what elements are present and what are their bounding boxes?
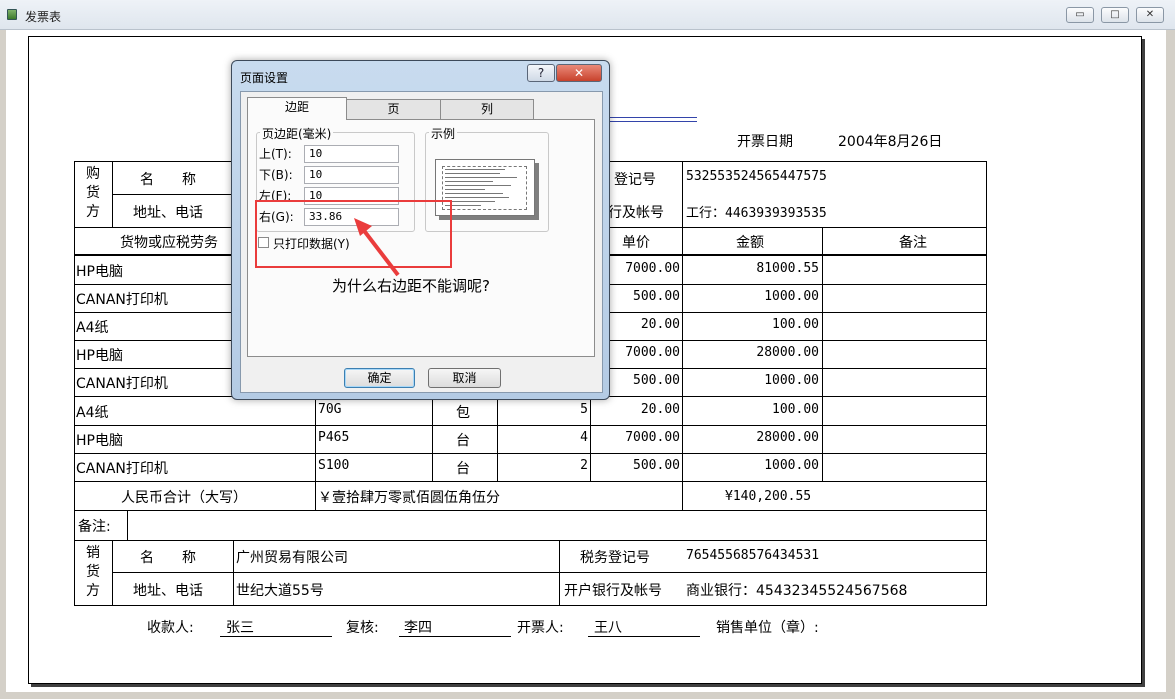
bottom-margin-input[interactable]: 10 [304, 166, 399, 184]
row-price: 7000.00 [625, 430, 680, 445]
title-underline [605, 121, 697, 122]
row-amount: 1000.00 [764, 373, 819, 388]
row-item-name: HP电脑 [76, 433, 123, 449]
dialog-close-button[interactable]: ✕ [556, 64, 602, 82]
buyer-label-char: 购 [86, 166, 100, 182]
top-margin-input[interactable]: 10 [304, 145, 399, 163]
header-remark: 备注 [899, 235, 927, 251]
reviewer-value: 李四 [404, 620, 432, 636]
seller-label-char: 销 [86, 545, 100, 561]
seller-tax-value: 76545568576434531 [686, 548, 820, 563]
payee-label: 收款人: [147, 620, 194, 636]
seller-name-value: 广州贸易有限公司 [236, 550, 348, 566]
date-value: 2004年8月26日 [838, 134, 943, 150]
buyer-label-char: 方 [86, 204, 100, 220]
date-label: 开票日期 [737, 134, 793, 150]
row-amount: 1000.00 [764, 458, 819, 473]
remarks-label: 备注: [78, 519, 111, 535]
buyer-bank-value: 工行：4463939393535 [686, 206, 827, 221]
buyer-label-char: 货 [86, 185, 100, 201]
dialog-title: 页面设置 [240, 71, 289, 85]
drawer-value: 王八 [594, 620, 622, 636]
top-margin-label: 上(T): [259, 147, 292, 161]
annotation-callout: 为什么右边距不能调呢? [332, 277, 490, 295]
bottom-margin-label: 下(B): [259, 168, 293, 182]
seller-label-char: 货 [86, 564, 100, 580]
seller-address-label: 地址、电话 [133, 583, 203, 599]
row-amount: 100.00 [772, 317, 819, 332]
cancel-button[interactable]: 取消 [428, 368, 501, 388]
buyer-tax-value: 532553524565447575 [686, 169, 827, 184]
tab-margins[interactable]: 边距 [247, 97, 347, 120]
row-unit: 台 [456, 461, 470, 477]
seller-bank-value: 商业银行：45432345524567568 [686, 583, 908, 599]
row-price: 20.00 [640, 402, 680, 417]
seal-label: 销售单位（章）: [716, 620, 819, 636]
seller-tax-label: 税务登记号 [580, 550, 650, 566]
row-unit: 台 [456, 433, 470, 449]
row-amount: 100.00 [772, 402, 819, 417]
app-icon [7, 9, 17, 20]
row-quantity: 2 [580, 458, 588, 473]
seller-label-char: 方 [86, 583, 100, 599]
tab-page[interactable]: 页 [346, 99, 441, 119]
row-amount: 28000.00 [756, 345, 819, 360]
row-spec: 70G [318, 402, 342, 417]
row-item-name: HP电脑 [76, 348, 123, 364]
tab-columns[interactable]: 列 [440, 99, 534, 119]
row-spec: S100 [318, 458, 350, 473]
payee-value: 张三 [226, 620, 254, 636]
maximize-button[interactable]: □ [1101, 7, 1129, 23]
window-titlebar: 发票表 ▭ □ ✕ [0, 0, 1175, 30]
header-goods: 货物或应税劳务 [120, 235, 218, 251]
row-amount: 81000.55 [756, 261, 819, 276]
highlight-box [255, 200, 452, 268]
seller-address-value: 世纪大道55号 [236, 583, 324, 599]
row-quantity: 4 [580, 430, 588, 445]
help-button[interactable]: ? [527, 64, 555, 82]
status-bar [0, 692, 1175, 699]
reviewer-label: 复核: [346, 620, 379, 636]
buyer-tax-label: 登记号 [614, 172, 656, 188]
row-item-name: CANAN打印机 [76, 292, 168, 308]
close-button[interactable]: ✕ [1136, 7, 1164, 23]
preview-edge [1166, 30, 1175, 692]
seller-bank-label: 开户银行及帐号 [564, 583, 662, 599]
ok-button[interactable]: 确定 [344, 368, 415, 388]
minimize-button[interactable]: ▭ [1066, 7, 1094, 23]
buyer-name-label: 名 称 [140, 172, 196, 188]
header-price: 单价 [622, 235, 650, 251]
row-price: 500.00 [633, 458, 680, 473]
seller-name-label: 名 称 [140, 550, 196, 566]
row-spec: P465 [318, 430, 350, 445]
row-item-name: A4纸 [76, 405, 109, 421]
row-item-name: HP电脑 [76, 264, 123, 280]
drawer-label: 开票人: [517, 620, 564, 636]
header-amount: 金额 [736, 235, 764, 251]
margins-group-label: 页边距(毫米) [260, 125, 334, 142]
total-label: 人民币合计（大写） [121, 490, 247, 506]
total-words: ￥壹拾肆万零贰佰圆伍角伍分 [318, 490, 500, 506]
row-item-name: CANAN打印机 [76, 376, 168, 392]
row-quantity: 5 [580, 402, 588, 417]
row-unit: 包 [456, 405, 470, 421]
row-amount: 28000.00 [756, 430, 819, 445]
total-amount: ¥140,200.55 [725, 489, 812, 504]
row-amount: 1000.00 [764, 289, 819, 304]
row-item-name: A4纸 [76, 320, 109, 336]
title-underline [605, 117, 697, 118]
sample-group-label: 示例 [429, 125, 458, 142]
row-item-name: CANAN打印机 [76, 461, 168, 477]
buyer-address-label: 地址、电话 [133, 205, 203, 221]
buyer-bank-label: 行及帐号 [608, 205, 664, 221]
window-title: 发票表 [25, 10, 62, 24]
